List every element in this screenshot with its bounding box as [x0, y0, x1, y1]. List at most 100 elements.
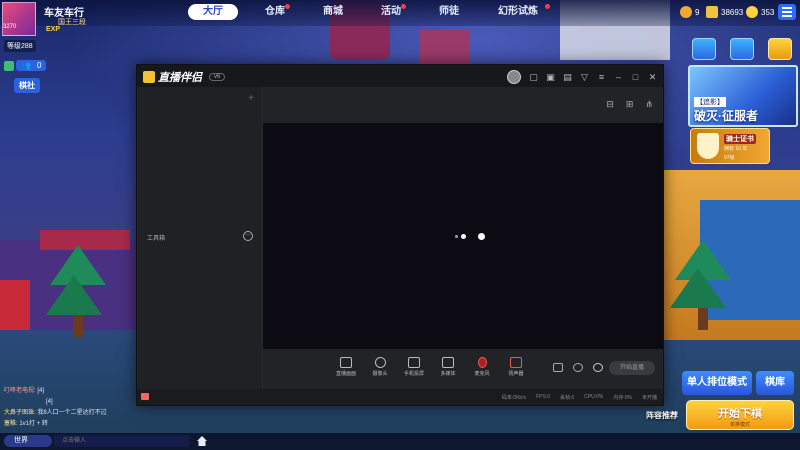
avatar[interactable]	[2, 2, 36, 36]
stream-stats: 码率:0Kb/s FPS:0 丢帧:0 CPU:0% 内存:0% 未开播	[501, 394, 657, 401]
eye-icon[interactable]	[573, 363, 583, 372]
notification-dot	[285, 4, 290, 9]
tree-right-trunk	[698, 308, 708, 330]
window-icon[interactable]: ⊞	[626, 99, 634, 110]
app-logo: 直播伴侣 v6	[143, 69, 226, 85]
screen-icon	[340, 357, 352, 368]
banner-tag: 【追影】	[694, 97, 726, 107]
chat-input[interactable]	[54, 435, 190, 447]
lineup-recommend-link[interactable]: 阵容推荐	[646, 410, 678, 421]
exp-label: EXP	[46, 26, 61, 33]
media-icon	[442, 357, 454, 368]
ticket-icon	[706, 6, 718, 18]
friends-widget[interactable]: 👥 0	[4, 60, 47, 71]
tool-screen[interactable]: 直播画面	[333, 357, 359, 377]
start-game-button[interactable]: 开始下棋 单排模式	[686, 400, 794, 430]
main-nav: 大厅 仓库 商城 活动 师徒 幻形试炼	[188, 4, 558, 20]
certificate-title: 骑士证书	[724, 134, 756, 144]
logo-icon	[143, 71, 155, 83]
scene-sidebar: + 工具箱 ···	[137, 87, 263, 389]
knight-certificate[interactable]: 骑士证书 拥有 10 年 97级	[690, 128, 770, 164]
toolbox-label: 工具箱	[147, 236, 166, 242]
feedback-icon[interactable]: ▣	[546, 72, 555, 82]
home-icon[interactable]	[196, 435, 208, 447]
tree-right-lower	[670, 268, 726, 308]
tab-mentor[interactable]: 师徒	[420, 4, 478, 20]
start-sublabel: 单排模式	[729, 422, 750, 428]
close-icon[interactable]: ✕	[648, 72, 657, 82]
ranked-mode-button[interactable]: 单人排位模式	[682, 371, 752, 395]
shield-icon	[697, 133, 719, 159]
tool-media[interactable]: 多媒体	[435, 357, 461, 377]
level-badge: 等级288	[4, 40, 36, 52]
tickets-counter[interactable]: 38693	[706, 6, 743, 18]
speaker-icon	[510, 357, 522, 368]
settings-icon[interactable]: ≡	[597, 72, 606, 82]
tool-phone-cast[interactable]: 手机投屏	[401, 357, 427, 377]
chat-icon[interactable]	[4, 60, 14, 71]
window-controls: ▢ ▣ ▤ ▽ ≡ – □ ✕	[507, 70, 657, 84]
tool-speaker[interactable]: 扬声器	[503, 357, 529, 377]
loading-icon	[455, 233, 485, 240]
tool-microphone[interactable]: 麦克风	[469, 357, 495, 377]
maximize-icon[interactable]: □	[631, 72, 640, 82]
friends-count: 0	[36, 61, 42, 70]
gear-icon[interactable]	[593, 363, 603, 372]
player-rank: 国王三段	[58, 19, 86, 26]
chest-icon[interactable]	[730, 38, 754, 60]
layout-icon[interactable]: ⊟	[606, 99, 614, 110]
chat-line: 大鼻子图珠: 我8人口一个二星达打不过	[4, 410, 107, 416]
user-avatar[interactable]	[507, 70, 521, 84]
notification-dot	[401, 4, 406, 9]
notification-dot	[545, 4, 550, 9]
chat-line: [4]	[46, 399, 53, 405]
source-toolbar: 直播画面 摄像头 手机投屏 多媒体 麦克风 扬声器 开始直播	[263, 353, 663, 383]
preview-toolbar: ⊟ ⊞ ⋔	[606, 99, 653, 110]
tab-lobby[interactable]: 大厅	[188, 4, 238, 20]
phone-cast-icon	[408, 357, 420, 368]
live-preview	[263, 123, 663, 349]
message-icon[interactable]: ▢	[529, 72, 538, 82]
start-label: 开始下棋	[718, 408, 762, 420]
guild-button[interactable]: 棋社	[14, 78, 40, 93]
ranking-icon[interactable]	[768, 38, 792, 60]
version-badge: v6	[209, 73, 226, 81]
menu-button[interactable]	[778, 4, 796, 20]
tab-shop[interactable]: 商城	[304, 4, 362, 20]
more-icon[interactable]: ···	[243, 231, 253, 241]
player-id: 3270	[3, 24, 17, 30]
record-icon[interactable]	[553, 363, 563, 372]
certificate-line1: 拥有 10 年	[724, 146, 748, 152]
camera-icon	[374, 357, 386, 368]
minimize-icon[interactable]: –	[614, 72, 623, 82]
coin-icon	[680, 6, 692, 18]
channel-select[interactable]: 世界	[4, 435, 52, 447]
gem-icon	[746, 6, 758, 18]
status-bar: 码率:0Kb/s FPS:0 丢帧:0 CPU:0% 内存:0% 未开播	[137, 389, 663, 405]
banner-title: 破灭·征服者	[694, 109, 758, 123]
tab-trial[interactable]: 幻形试炼	[478, 4, 558, 20]
tab-warehouse[interactable]: 仓库	[246, 4, 304, 20]
chat-log: 叮咚老电视: [4] [4] 大鼻子图珠: 我8人口一个二星达打不过 塞稚: 1…	[4, 386, 107, 430]
volume-icon[interactable]	[141, 393, 149, 400]
tree-left-lower	[46, 275, 102, 315]
tv-icon[interactable]	[692, 38, 716, 60]
tree-left-trunk	[73, 315, 83, 337]
shirt-icon[interactable]: ▽	[580, 72, 589, 82]
chess-library-button[interactable]: 棋库	[756, 371, 794, 395]
tab-events[interactable]: 活动	[362, 4, 420, 20]
gems-counter[interactable]: 353	[746, 6, 774, 18]
app-title: 直播伴侣	[158, 72, 202, 84]
gift-icon[interactable]: ▤	[563, 72, 572, 82]
event-banner[interactable]: 【追影】 破灭·征服者	[688, 65, 798, 127]
friends-icon: 👥	[21, 61, 31, 70]
tool-camera[interactable]: 摄像头	[367, 357, 393, 377]
share-icon[interactable]: ⋔	[645, 99, 653, 110]
go-live-button[interactable]: 开始直播	[609, 361, 655, 375]
chat-line: 塞稚: 1v1打 + 转	[4, 421, 48, 427]
add-scene-icon[interactable]: +	[248, 93, 254, 104]
certificate-line2: 97级	[724, 155, 735, 161]
stream-app-window: 直播伴侣 v6 ▢ ▣ ▤ ▽ ≡ – □ ✕ + 工具箱 ··· ⊟ ⊞ ⋔	[136, 64, 664, 406]
coins-counter[interactable]: 9	[680, 6, 699, 18]
app-title-bar: 直播伴侣 v6 ▢ ▣ ▤ ▽ ≡ – □ ✕	[137, 65, 663, 87]
